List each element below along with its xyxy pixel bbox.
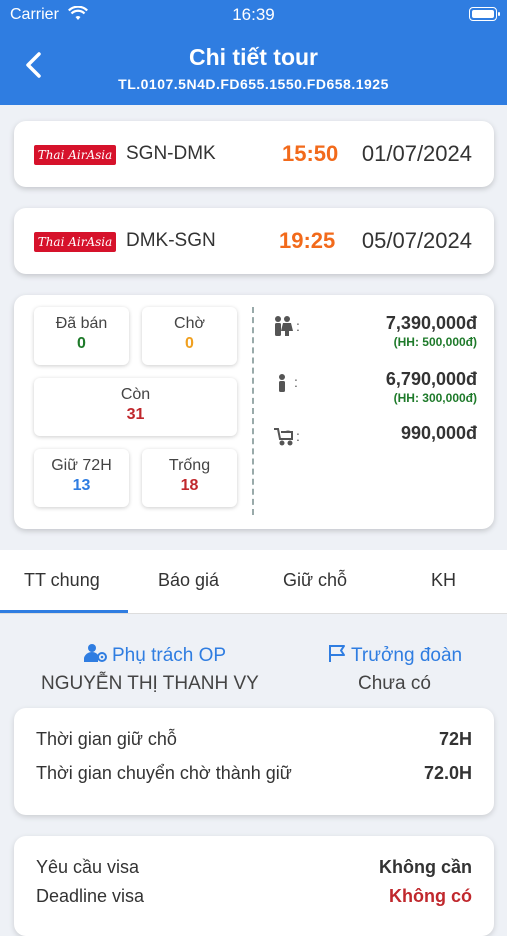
flight-card-outbound[interactable]: Thai AirAsia SGN-DMK 15:50 01/07/2024 xyxy=(14,121,494,187)
op-manager-label: Phụ trách OP xyxy=(112,645,227,666)
adults-icon: : xyxy=(272,315,302,342)
vertical-divider xyxy=(252,307,254,515)
infant-price-row: : 990,000đ xyxy=(272,423,477,447)
visa-deadline-value: Không có xyxy=(389,886,472,906)
held-72h-label: Giữ 72H xyxy=(51,457,112,474)
airline-logo: Thai AirAsia xyxy=(34,232,116,252)
adult-commission: (HH: 500,000đ) xyxy=(393,335,477,349)
waiting-box: Chờ 0 xyxy=(142,307,237,365)
visa-required-value: Không cần xyxy=(379,857,472,877)
wait-to-hold-value: 72.0H xyxy=(423,763,472,783)
wait-to-hold-label: Thời gian chuyển chờ thành giữ xyxy=(36,763,292,783)
empty-box: Trống 18 xyxy=(142,449,237,507)
tour-code: TL.0107.5N4D.FD655.1550.FD658.1925 xyxy=(118,76,389,92)
remaining-value: 31 xyxy=(126,406,145,423)
tour-leader-label: Trưởng đoàn xyxy=(351,645,463,666)
flight-route: SGN-DMK xyxy=(126,143,216,164)
visa-required-row: Yêu cầu visa Không cần xyxy=(36,857,472,878)
tab-reservations[interactable]: Giữ chỗ xyxy=(283,570,347,591)
clock: 16:39 xyxy=(232,5,275,24)
battery-icon xyxy=(469,7,500,21)
held-72h-box: Giữ 72H 13 xyxy=(34,449,129,507)
infant-price: 990,000đ xyxy=(400,423,477,443)
airline-logo: Thai AirAsia xyxy=(34,145,116,165)
flight-date: 05/07/2024 xyxy=(361,228,472,253)
child-price: 6,790,000đ xyxy=(385,369,477,389)
hold-time-value: 72H xyxy=(438,729,472,749)
svg-text::: : xyxy=(296,428,300,444)
child-commission: (HH: 300,000đ) xyxy=(393,391,477,405)
hold-info-card: Thời gian giữ chỗ 72H Thời gian chuyển c… xyxy=(14,708,494,815)
sold-value: 0 xyxy=(77,335,86,352)
held-72h-value: 13 xyxy=(72,477,91,494)
flag-icon xyxy=(327,643,347,669)
user-gear-icon xyxy=(83,643,108,669)
flight-date: 01/07/2024 xyxy=(361,141,472,166)
flight-time: 19:25 xyxy=(279,228,336,253)
adult-price-row: : 7,390,000đ (HH: 500,000đ) xyxy=(272,313,477,353)
tab-customers[interactable]: KH xyxy=(431,570,456,591)
remaining-label: Còn xyxy=(120,386,151,403)
svg-text::: : xyxy=(294,374,298,390)
sold-label: Đã bán xyxy=(55,315,108,332)
flight-time: 15:50 xyxy=(282,141,339,166)
flight-card-return[interactable]: Thai AirAsia DMK-SGN 19:25 05/07/2024 xyxy=(14,208,494,274)
empty-label: Trống xyxy=(168,457,211,474)
tab-general[interactable]: TT chung xyxy=(24,570,100,591)
active-tab-indicator xyxy=(0,610,128,613)
visa-deadline-row: Deadline visa Không có xyxy=(36,886,472,907)
op-manager-link[interactable]: Phụ trách OP xyxy=(83,643,227,669)
child-price-row: : 6,790,000đ (HH: 300,000đ) xyxy=(272,369,477,409)
op-manager-name: NGUYỄN THỊ THANH VY xyxy=(41,673,259,694)
tab-bar: TT chung Báo giá Giữ chỗ KH xyxy=(0,550,507,614)
visa-required-label: Yêu cầu visa xyxy=(36,857,140,877)
empty-value: 18 xyxy=(180,477,199,494)
adult-price: 7,390,000đ xyxy=(385,313,477,333)
flight-route: DMK-SGN xyxy=(126,230,216,251)
header: Chi tiết tour TL.0107.5N4D.FD655.1550.FD… xyxy=(0,30,507,105)
seats-prices-card: Đã bán 0 Chờ 0 Còn 31 Giữ 72H 13 Trống 1… xyxy=(14,295,494,529)
waiting-label: Chờ xyxy=(174,315,205,332)
tab-quote[interactable]: Báo giá xyxy=(158,570,219,591)
wait-to-hold-row: Thời gian chuyển chờ thành giữ 72.0H xyxy=(36,763,472,784)
child-icon: : xyxy=(272,371,302,398)
sold-box: Đã bán 0 xyxy=(34,307,129,365)
visa-deadline-label: Deadline visa xyxy=(36,886,145,906)
visa-info-card: Yêu cầu visa Không cần Deadline visa Khô… xyxy=(14,836,494,936)
waiting-value: 0 xyxy=(185,335,194,352)
tour-leader-name: Chưa có xyxy=(358,673,431,694)
page-title: Chi tiết tour xyxy=(188,44,319,70)
svg-text::: : xyxy=(296,318,300,334)
hold-time-label: Thời gian giữ chỗ xyxy=(36,729,177,749)
status-bar: Carrier 16:39 xyxy=(0,0,507,30)
hold-time-row: Thời gian giữ chỗ 72H xyxy=(36,729,472,750)
remaining-box: Còn 31 xyxy=(34,378,237,436)
tour-leader-link[interactable]: Trưởng đoàn xyxy=(327,643,462,669)
stroller-icon: : xyxy=(272,425,302,452)
